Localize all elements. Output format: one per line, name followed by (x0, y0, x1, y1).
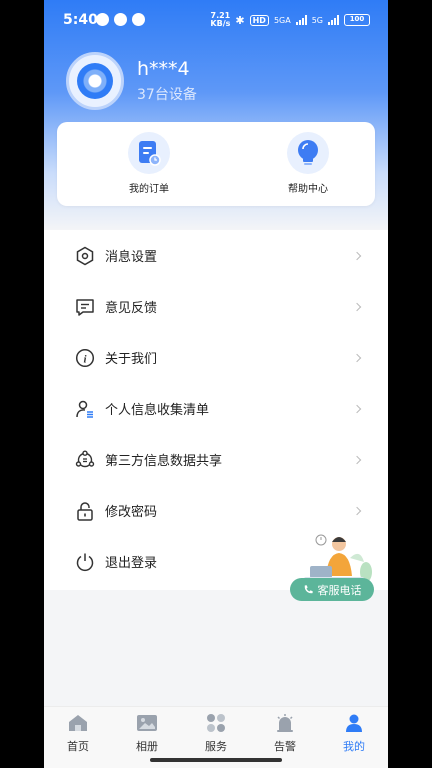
customer-service-widget[interactable]: 客服电话 (290, 528, 376, 604)
network-speed: 7.21 KB/s (210, 11, 231, 28)
chevron-right-icon (352, 506, 362, 515)
customer-service-button[interactable]: 客服电话 (290, 578, 374, 601)
menu-label: 修改密码 (105, 505, 158, 520)
status-bar: 5:40 7.21 KB/s ✱ HD 5GA 5G 100 (44, 0, 388, 40)
home-icon (67, 713, 89, 733)
menu-label: 个人信息收集清单 (105, 403, 210, 418)
menu-label: 关于我们 (105, 352, 158, 367)
app-screen: 5:40 7.21 KB/s ✱ HD 5GA 5G 100 h***4 37台… (44, 0, 388, 768)
camera-lens-icon (77, 63, 113, 99)
services-icon (205, 713, 227, 733)
hd-badge: HD (249, 14, 269, 26)
my-orders-label: 我的订单 (129, 184, 169, 195)
signal-icon-2 (328, 15, 339, 25)
status-indicators: 7.21 KB/s ✱ HD 5GA 5G 100 (210, 12, 370, 28)
customer-service-label: 客服电话 (317, 583, 362, 597)
tab-alarm[interactable]: 告警 (260, 713, 310, 754)
help-center-label: 帮助中心 (288, 184, 328, 195)
signal-icon (295, 15, 307, 25)
power-icon (74, 551, 96, 573)
chevron-right-icon (352, 404, 362, 413)
hexagon-settings-icon (74, 245, 96, 267)
svg-text:i: i (83, 353, 87, 365)
network-type-2: 5G (311, 15, 323, 25)
chevron-right-icon (352, 251, 362, 260)
status-time: 5:40 (63, 12, 98, 28)
bluetooth-icon: ✱ (235, 13, 245, 27)
person-list-icon (74, 398, 96, 420)
info-icon: i (74, 347, 96, 369)
tab-label: 我的 (343, 740, 365, 753)
tab-profile[interactable]: 我的 (329, 713, 379, 754)
phone-icon (304, 585, 313, 594)
menu-label: 消息设置 (105, 250, 158, 265)
home-indicator[interactable] (150, 758, 282, 762)
menu-item-message-settings[interactable]: 消息设置 (44, 230, 388, 281)
menu-item-personal-info-list[interactable]: 个人信息收集清单 (44, 383, 388, 434)
chevron-right-icon (352, 455, 362, 464)
app-notification-icon (114, 13, 127, 26)
tab-home[interactable]: 首页 (53, 713, 103, 754)
help-center-button[interactable]: 帮助中心 (258, 132, 358, 195)
menu-label: 第三方信息数据共享 (105, 454, 223, 469)
app-notification-icon (132, 13, 145, 26)
username: h***4 (137, 58, 190, 80)
notification-icons (96, 13, 145, 26)
lock-icon (74, 500, 96, 522)
my-orders-button[interactable]: 我的订单 (99, 132, 199, 195)
feedback-icon (74, 296, 96, 318)
menu-label: 意见反馈 (105, 301, 158, 316)
alarm-icon (274, 713, 296, 733)
menu-item-about-us[interactable]: i 关于我们 (44, 332, 388, 383)
chevron-right-icon (352, 353, 362, 362)
app-notification-icon (96, 13, 109, 26)
menu-label: 退出登录 (105, 556, 158, 571)
battery-icon: 100 (344, 14, 370, 26)
network-type: 5GA (273, 15, 291, 25)
share-icon (74, 449, 96, 471)
device-count[interactable]: 37台设备 (137, 84, 197, 104)
order-icon (128, 132, 170, 174)
tab-label: 首页 (67, 740, 89, 753)
album-icon (136, 713, 158, 733)
chevron-right-icon (352, 302, 362, 311)
customer-service-illustration (304, 534, 372, 582)
lightbulb-icon (287, 132, 329, 174)
menu-item-third-party-sharing[interactable]: 第三方信息数据共享 (44, 434, 388, 485)
tab-label: 相册 (136, 740, 158, 753)
quick-actions-card: 我的订单 帮助中心 (57, 122, 375, 206)
avatar[interactable] (66, 52, 124, 110)
profile-icon (343, 713, 365, 733)
tab-album[interactable]: 相册 (122, 713, 172, 754)
tab-services[interactable]: 服务 (191, 713, 241, 754)
menu-item-feedback[interactable]: 意见反馈 (44, 281, 388, 332)
tab-label: 告警 (274, 740, 296, 753)
tab-label: 服务 (205, 740, 227, 753)
